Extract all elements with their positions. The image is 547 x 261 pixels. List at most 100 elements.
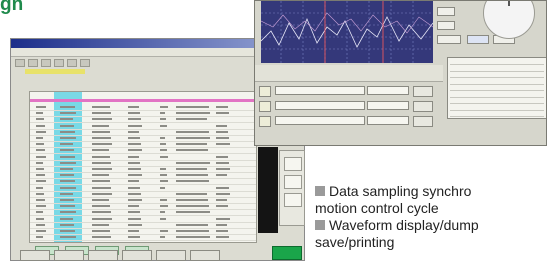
table-row[interactable] bbox=[30, 153, 256, 155]
table-row[interactable] bbox=[30, 116, 256, 118]
table-cell bbox=[60, 236, 76, 239]
table-cell bbox=[216, 106, 228, 108]
tool-button[interactable] bbox=[41, 59, 51, 67]
parameter-button[interactable] bbox=[413, 101, 433, 112]
table-cell bbox=[176, 137, 210, 139]
table-cell bbox=[128, 180, 139, 183]
side-button[interactable] bbox=[284, 193, 302, 207]
table-row[interactable] bbox=[30, 227, 256, 229]
table-cell bbox=[160, 106, 168, 108]
parameter-icon bbox=[259, 86, 271, 97]
table-row[interactable] bbox=[30, 215, 256, 217]
panel-button[interactable] bbox=[467, 35, 489, 44]
bottom-button[interactable] bbox=[20, 250, 50, 261]
bottom-button[interactable] bbox=[190, 250, 220, 261]
table-cell bbox=[36, 211, 43, 214]
channel-row[interactable] bbox=[450, 90, 544, 91]
table-cell bbox=[128, 217, 141, 220]
table-row[interactable] bbox=[30, 240, 256, 242]
table-cell bbox=[92, 143, 112, 146]
table-row[interactable] bbox=[30, 147, 256, 149]
table-cell bbox=[216, 236, 229, 239]
table-cell bbox=[160, 217, 166, 220]
parameter-value[interactable] bbox=[367, 86, 409, 95]
bottom-button[interactable] bbox=[88, 250, 118, 261]
bottom-button[interactable] bbox=[54, 250, 84, 261]
table-row[interactable] bbox=[30, 234, 256, 235]
panel-button[interactable] bbox=[437, 7, 455, 16]
table-cell bbox=[128, 192, 141, 195]
side-button[interactable] bbox=[284, 175, 302, 189]
table-row[interactable] bbox=[30, 221, 256, 223]
tool-button[interactable] bbox=[15, 59, 25, 67]
table-cell bbox=[216, 137, 229, 139]
channel-row[interactable] bbox=[450, 116, 544, 117]
bottom-button[interactable] bbox=[156, 250, 186, 261]
tool-button[interactable] bbox=[80, 59, 90, 67]
parameter-field[interactable] bbox=[275, 101, 365, 110]
waveform-window bbox=[254, 0, 547, 146]
table-row[interactable] bbox=[30, 128, 256, 130]
channel-row[interactable] bbox=[450, 64, 544, 65]
table-row[interactable] bbox=[30, 196, 256, 198]
table-row[interactable] bbox=[30, 178, 256, 180]
parameter-button[interactable] bbox=[413, 116, 433, 127]
feature-line: Waveform display/dump bbox=[329, 217, 479, 233]
table-cell bbox=[128, 112, 140, 115]
parameter-value[interactable] bbox=[367, 116, 409, 125]
table-cell bbox=[216, 186, 229, 189]
parameter-field[interactable] bbox=[275, 86, 365, 95]
table-cell bbox=[176, 168, 207, 170]
table-row[interactable] bbox=[30, 134, 256, 136]
table-row[interactable] bbox=[30, 172, 256, 173]
channel-row[interactable] bbox=[450, 109, 544, 111]
parameter-field[interactable] bbox=[275, 116, 365, 125]
parameter-row bbox=[255, 85, 443, 97]
table-row[interactable] bbox=[30, 209, 256, 211]
side-button[interactable] bbox=[284, 157, 302, 171]
table-cell bbox=[176, 236, 210, 239]
knob-icon[interactable] bbox=[483, 1, 535, 39]
channel-row[interactable] bbox=[450, 96, 544, 98]
table-cell bbox=[216, 217, 230, 220]
table-cell bbox=[60, 211, 76, 214]
table-row[interactable] bbox=[30, 159, 256, 161]
data-grid[interactable] bbox=[29, 91, 257, 243]
table-cell bbox=[92, 211, 111, 214]
table-row[interactable] bbox=[30, 110, 256, 111]
tool-button[interactable] bbox=[67, 59, 77, 67]
channel-row[interactable] bbox=[450, 77, 544, 78]
panel-button[interactable] bbox=[437, 35, 461, 44]
table-cell bbox=[36, 186, 43, 189]
channel-row[interactable] bbox=[450, 83, 544, 85]
table-cell bbox=[160, 236, 165, 239]
table-cell bbox=[92, 106, 110, 108]
table-cell bbox=[60, 106, 75, 108]
table-cell bbox=[176, 192, 207, 195]
bottom-button[interactable] bbox=[122, 250, 152, 261]
panel-button[interactable] bbox=[437, 21, 455, 30]
tool-button[interactable] bbox=[28, 59, 38, 67]
table-cell bbox=[92, 174, 109, 177]
table-cell bbox=[36, 149, 45, 152]
go-button[interactable] bbox=[272, 246, 302, 260]
table-cell bbox=[128, 149, 142, 152]
table-row[interactable] bbox=[30, 141, 256, 142]
table-cell bbox=[92, 118, 112, 121]
table-row[interactable] bbox=[30, 122, 256, 124]
channel-list[interactable] bbox=[447, 57, 546, 119]
parameter-button[interactable] bbox=[413, 86, 433, 97]
table-row[interactable] bbox=[30, 203, 256, 204]
channel-row[interactable] bbox=[450, 70, 544, 72]
table-cell bbox=[36, 112, 43, 115]
highlight-strip bbox=[25, 69, 85, 74]
parameter-value[interactable] bbox=[367, 101, 409, 110]
tool-button[interactable] bbox=[54, 59, 64, 67]
waveform-scope[interactable] bbox=[261, 1, 433, 63]
table-cell bbox=[60, 149, 74, 152]
table-row[interactable] bbox=[30, 184, 256, 186]
channel-row[interactable] bbox=[450, 103, 544, 104]
table-cell bbox=[216, 205, 228, 208]
table-row[interactable] bbox=[30, 165, 256, 167]
table-row[interactable] bbox=[30, 190, 256, 192]
